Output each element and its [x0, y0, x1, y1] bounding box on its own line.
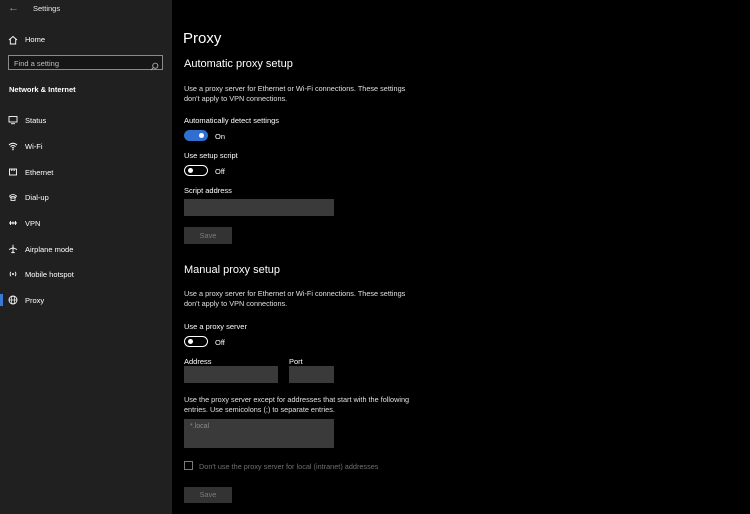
- sidebar-item-status[interactable]: Status: [0, 110, 172, 130]
- sidebar-item-label: Ethernet: [25, 168, 54, 177]
- search-input[interactable]: Find a setting: [8, 55, 163, 71]
- manual-proxy-heading: Manual proxy setup: [184, 264, 280, 276]
- status-icon: [8, 115, 18, 125]
- toggle-knob: [199, 133, 204, 138]
- port-label: Port: [289, 357, 303, 366]
- page-title: Proxy: [183, 30, 222, 47]
- nav-home[interactable]: Home: [0, 32, 172, 48]
- address-field[interactable]: [184, 366, 278, 383]
- sidebar: ← Settings Home Find a setting Network &…: [0, 0, 172, 514]
- use-proxy-label: Use a proxy server: [184, 322, 247, 331]
- main-content: Proxy Automatic proxy setup Use a proxy …: [172, 0, 750, 514]
- manual-proxy-description: Use a proxy server for Ethernet or Wi-Fi…: [184, 289, 406, 308]
- app-title: Settings: [33, 4, 61, 13]
- auto-detect-state: On: [215, 132, 226, 141]
- nav-home-label: Home: [25, 35, 46, 44]
- ethernet-icon: [8, 167, 18, 177]
- search-icon[interactable]: [150, 58, 159, 71]
- script-address-field[interactable]: [184, 199, 334, 216]
- sidebar-item-dial-up[interactable]: Dial-up: [0, 187, 172, 207]
- use-proxy-state: Off: [215, 338, 225, 347]
- local-bypass-checkbox[interactable]: [184, 461, 193, 470]
- title-bar: ← Settings: [0, 0, 172, 18]
- dial-up-icon: [8, 192, 18, 202]
- sidebar-item-label: Status: [25, 116, 47, 125]
- search-placeholder: Find a setting: [14, 59, 60, 68]
- toggle-knob: [188, 168, 193, 174]
- exceptions-placeholder: *.local: [190, 423, 210, 430]
- setup-script-label: Use setup script: [184, 151, 238, 160]
- auto-detect-label: Automatically detect settings: [184, 116, 280, 125]
- setup-script-state: Off: [215, 167, 225, 176]
- sidebar-item-label: VPN: [25, 219, 41, 228]
- manual-save-button[interactable]: Save: [184, 487, 232, 503]
- sidebar-item-airplane-mode[interactable]: Airplane mode: [0, 239, 172, 259]
- script-address-label: Script address: [184, 186, 232, 195]
- airplane-icon: [8, 244, 18, 254]
- port-field[interactable]: [289, 366, 334, 383]
- section-header: Network & Internet: [9, 85, 76, 94]
- sidebar-item-label: Mobile hotspot: [25, 270, 74, 279]
- exceptions-description: Use the proxy server except for addresse…: [184, 395, 410, 414]
- local-bypass-label: Don't use the proxy server for local (in…: [199, 462, 379, 471]
- auto-detect-toggle[interactable]: [184, 130, 208, 141]
- automatic-proxy-heading: Automatic proxy setup: [184, 58, 293, 70]
- sidebar-item-wifi[interactable]: Wi-Fi: [0, 136, 172, 156]
- hotspot-icon: [8, 269, 18, 279]
- back-arrow-icon[interactable]: ←: [8, 2, 19, 14]
- sidebar-item-label: Airplane mode: [25, 245, 74, 254]
- automatic-save-button[interactable]: Save: [184, 227, 232, 244]
- globe-icon: [8, 295, 18, 305]
- setup-script-toggle[interactable]: [184, 165, 208, 176]
- address-label: Address: [184, 357, 212, 366]
- sidebar-item-ethernet[interactable]: Ethernet: [0, 162, 172, 182]
- sidebar-item-proxy[interactable]: Proxy: [0, 290, 172, 310]
- vpn-icon: [8, 218, 18, 228]
- sidebar-item-label: Proxy: [25, 296, 45, 305]
- sidebar-item-label: Wi-Fi: [25, 142, 43, 151]
- sidebar-item-label: Dial-up: [25, 193, 49, 202]
- sidebar-item-vpn[interactable]: VPN: [0, 213, 172, 233]
- home-icon: [8, 35, 18, 45]
- toggle-knob: [188, 339, 193, 345]
- use-proxy-toggle[interactable]: [184, 336, 208, 347]
- automatic-proxy-description: Use a proxy server for Ethernet or Wi-Fi…: [184, 84, 406, 103]
- exceptions-textarea[interactable]: *.local: [184, 419, 334, 448]
- sidebar-item-mobile-hotspot[interactable]: Mobile hotspot: [0, 264, 172, 284]
- wifi-icon: [8, 141, 18, 151]
